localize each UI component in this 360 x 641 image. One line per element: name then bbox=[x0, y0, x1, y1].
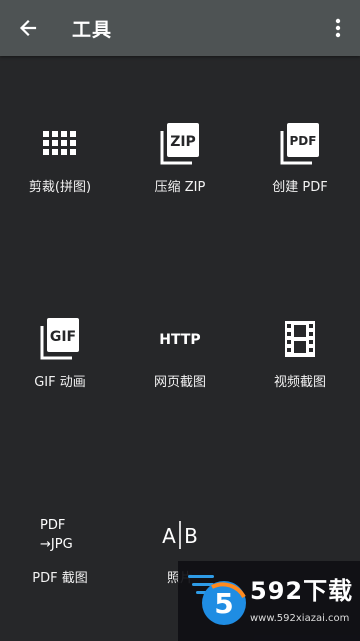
pdf-icon: PDF bbox=[278, 122, 322, 166]
more-vert-icon bbox=[335, 18, 341, 38]
tool-label: GIF 动画 bbox=[34, 375, 86, 390]
watermark-overlay: 5 592下载 www.592xiazai.com bbox=[178, 561, 360, 641]
svg-text:ZIP: ZIP bbox=[170, 134, 196, 150]
watermark-brand: 592下载 bbox=[250, 577, 354, 605]
gif-icon: GIF bbox=[38, 317, 82, 361]
back-button[interactable] bbox=[12, 12, 44, 44]
brand-logo-icon: 5 bbox=[188, 575, 246, 625]
svg-text:B: B bbox=[184, 524, 198, 548]
film-icon bbox=[278, 317, 322, 361]
tool-label: 视频截图 bbox=[273, 375, 326, 390]
svg-text:GIF: GIF bbox=[50, 329, 76, 345]
tool-label: PDF 截图 bbox=[32, 571, 88, 586]
tool-video-screenshot[interactable]: 视频截图 bbox=[240, 317, 360, 427]
tool-pdf-screenshot[interactable]: PDF →JPG PDF 截图 bbox=[0, 513, 120, 623]
grid-icon bbox=[38, 122, 82, 166]
tool-create-pdf[interactable]: PDF 创建 PDF bbox=[240, 122, 360, 232]
zip-icon: ZIP bbox=[158, 122, 202, 166]
tool-label: 创建 PDF bbox=[272, 180, 328, 195]
tool-label: 剪裁(拼图) bbox=[28, 180, 92, 195]
arrow-left-icon bbox=[19, 19, 37, 37]
svg-text:A: A bbox=[162, 524, 176, 548]
svg-text:PDF: PDF bbox=[40, 518, 65, 533]
tool-label: 压缩 ZIP bbox=[154, 180, 206, 195]
page-title: 工具 bbox=[72, 19, 113, 41]
tool-zip[interactable]: ZIP 压缩 ZIP bbox=[120, 122, 240, 232]
watermark-url: www.592xiazai.com bbox=[250, 613, 350, 624]
tool-crop-collage[interactable]: 剪裁(拼图) bbox=[0, 122, 120, 232]
svg-text:5: 5 bbox=[214, 587, 233, 620]
app-bar: 工具 bbox=[0, 0, 360, 56]
svg-text:PDF: PDF bbox=[290, 134, 317, 148]
ab-compare-icon: A B bbox=[158, 513, 202, 557]
http-icon: HTTP bbox=[158, 317, 202, 361]
svg-text:HTTP: HTTP bbox=[159, 332, 200, 348]
pdf-to-jpg-icon: PDF →JPG bbox=[30, 513, 90, 557]
tool-label: 网页截图 bbox=[153, 375, 206, 390]
tool-gif[interactable]: GIF GIF 动画 bbox=[0, 317, 120, 427]
tool-web-screenshot[interactable]: HTTP 网页截图 bbox=[120, 317, 240, 427]
svg-text:→JPG: →JPG bbox=[40, 537, 73, 552]
more-options-button[interactable] bbox=[324, 12, 352, 44]
